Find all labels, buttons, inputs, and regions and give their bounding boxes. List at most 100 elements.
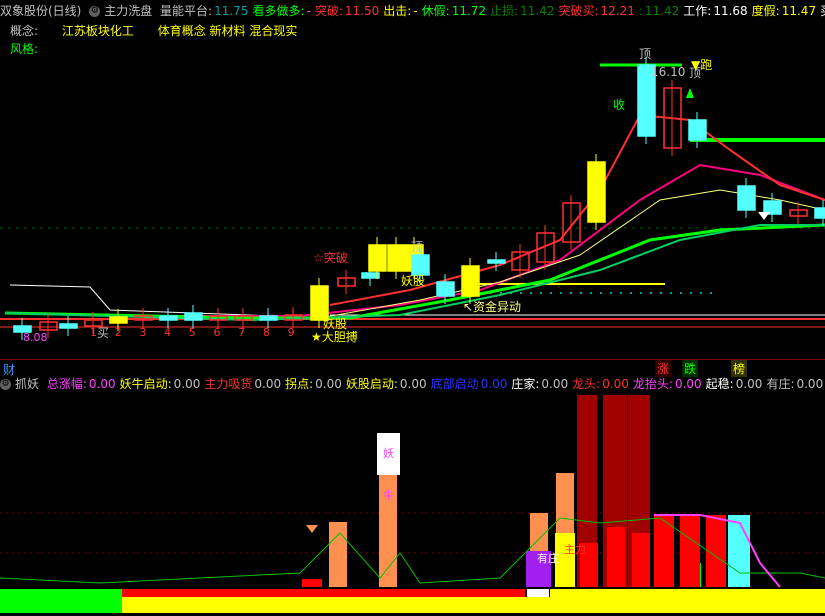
candle-body-29 [737,185,756,211]
bottom-indicator-value-1: 0.00 [173,377,201,391]
bottom-indicator-label-0: 总涨幅: [46,377,87,391]
top-indicator-value-4: 11.72 [451,4,487,18]
candle-body-16 [387,244,406,272]
bottom-indicator-value-7: 0.00 [602,377,629,391]
candle-body-7 [184,312,203,321]
bottom-stripe-red-2 [300,589,525,597]
bottom-stripe-green [0,589,122,613]
main-chart-panel[interactable]: 双象股份(日线) ⚙ 主力洗盘 量能平台: 11.75 看多做多: - 突破: 11.50 出… [0,0,825,360]
indicator-panel[interactable]: ⚙ 抓妖 总涨幅: 0.00 妖牛启动: 0.00 主力吸货 0.00 拐点: 0.00 妖股启动… [0,373,825,616]
bottom-indicator-label-4: 妖股启动: [345,377,398,391]
indicator-line-green [0,517,825,584]
panel-divider[interactable] [0,359,825,360]
bar-count-4: 4 [164,326,172,339]
top-indicator-label-9: 度假: [751,4,780,18]
bottom-indicator-label-1: 妖牛启动: [119,377,172,391]
bottom-indicator-value-4: 0.00 [399,377,427,391]
style-label: 风格: [10,42,39,56]
bar-count-5: 5 [188,326,196,339]
bar-count-6: 6 [213,326,221,339]
indicator-bar-22 [706,515,726,587]
bottom-indicator-label-2: 主力吸货 [204,377,253,391]
concept-label: 概念: [10,24,39,38]
bottom-indicator-label-3: 拐点: [285,377,314,391]
bottom-stripe-yellow-2 [550,589,825,597]
top-indicator-label-8: 工作: [683,4,712,18]
top-indicator-label-10: 买入 [820,4,825,18]
bottom-indicator-label-7: 龙头: [572,377,601,391]
stock-title[interactable]: 双象股份(日线) [0,4,81,18]
settings-gear-icon[interactable]: ⚙ [89,6,101,17]
bottom-indicator-label-9: 起稳: [705,377,734,391]
top-indicator-label-1: 看多做多: [252,4,305,18]
candle-body-19 [436,281,455,297]
zhuli-tag: 主力 [564,543,586,556]
bottom-indicator-label-8: 龙抬头: [632,377,673,391]
top-indicator-value-8: 11.68 [713,4,748,18]
low-price-label: 8.08 [23,331,48,344]
demon-stock-label-2: 妖股 [323,317,348,331]
top-indicator-value-7: 11.42 [644,4,680,18]
indicator-values: 量能平台: 11.75 看多做多: - 突破: 11.50 出击: - 休假: 11.72 止损: 1… [160,4,825,18]
candle-body-25 [587,161,606,223]
bottom-indicator-value-0: 0.00 [88,377,116,391]
demon-bull-tag: 妖牛 [377,433,400,502]
indicator-name[interactable]: 主力洗盘 [104,4,152,18]
bottom-indicator-value-2: 0.00 [254,377,282,391]
bottom-indicator-value-9: 0.00 [735,377,763,391]
candlestick-chart[interactable] [0,0,825,360]
capital-anomaly-label: ↖资金异动 [463,300,522,314]
candle-body-10 [259,315,278,321]
candle-body-20 [461,265,480,297]
bottom-stripe-white [527,589,549,597]
candle-body-12 [310,285,329,321]
indicator-bar-1 [329,522,347,587]
main-chart-header: 双象股份(日线) ⚙ 主力洗盘 量能平台: 11.75 看多做多: - 突破: 11.50 出… [0,2,825,20]
bottom-indicator-value-10: 0.00 [796,377,824,391]
top-indicator-value-0: 11.75 [214,4,249,18]
down-arrow-icon [686,88,694,98]
candle-body-4 [109,316,128,324]
bar-count-1: 1 [90,326,97,339]
price-high-label: 16.10 [651,65,686,79]
indicator-bar-19 [728,515,750,587]
top-label-2: 顶 [639,47,652,61]
concept-item-2: 体育概念 新材料 混合现实 [157,24,298,38]
top-label-1: 顶 [411,240,424,254]
candle-body-18 [411,254,430,276]
top-indicator-label-7: : [638,4,643,18]
bottom-indicator-label-10: 有庄: [766,377,795,391]
bottom-indicator-value-8: 0.00 [674,377,702,391]
bottom-stripe-red [122,589,302,597]
top-indicator-label-5: 止损: [490,4,519,18]
top-indicator-value-9: 11.47 [781,4,817,18]
bar-count-3: 3 [139,326,147,339]
candle-body-2 [59,323,78,329]
bottom-indicator-value-6: 0.00 [541,377,569,391]
top-indicator-label-3: 出击: [383,4,412,18]
indicator-chart[interactable] [0,373,825,616]
top-indicator-label-2: 突破: [314,4,343,18]
bottom-indicator-value-3: 0.00 [315,377,342,391]
top-indicator-value-1: - [306,4,311,18]
candle-body-28 [688,119,707,141]
buy-label: 买 [97,326,110,340]
candle-body-6 [159,315,178,321]
top-indicator-label-6: 突破买: [558,4,599,18]
indicator-bar-21 [680,515,700,587]
indicator-bar-15 [632,533,650,587]
diamond-marker-icon [758,212,770,220]
demon-stock-label-1: 妖股 [401,274,426,288]
indicator-title[interactable]: 抓妖 [15,377,39,391]
top-indicator-value-2: 11.50 [344,4,380,18]
top-indicator-value-5: 11.42 [520,4,555,18]
settings-gear-icon-2[interactable]: ⚙ [0,379,11,390]
top-indicator-value-6: 12.21 [600,4,635,18]
indicator-values-2: 总涨幅: 0.00 妖牛启动: 0.00 主力吸货 0.00 拐点: 0.00 妖股启动: 0.0… [47,377,825,391]
top-indicator-value-3: - [413,4,418,18]
concept-item-1: 江苏板块化工 [61,24,134,38]
bar-count-7: 7 [238,326,246,339]
concept-row: 概念: 江苏板块化工 体育概念 新材料 混合现实 [10,22,297,39]
top-indicator-label-4: 休假: [421,4,450,18]
top-indicator-label-0: 量能平台: [160,4,213,18]
